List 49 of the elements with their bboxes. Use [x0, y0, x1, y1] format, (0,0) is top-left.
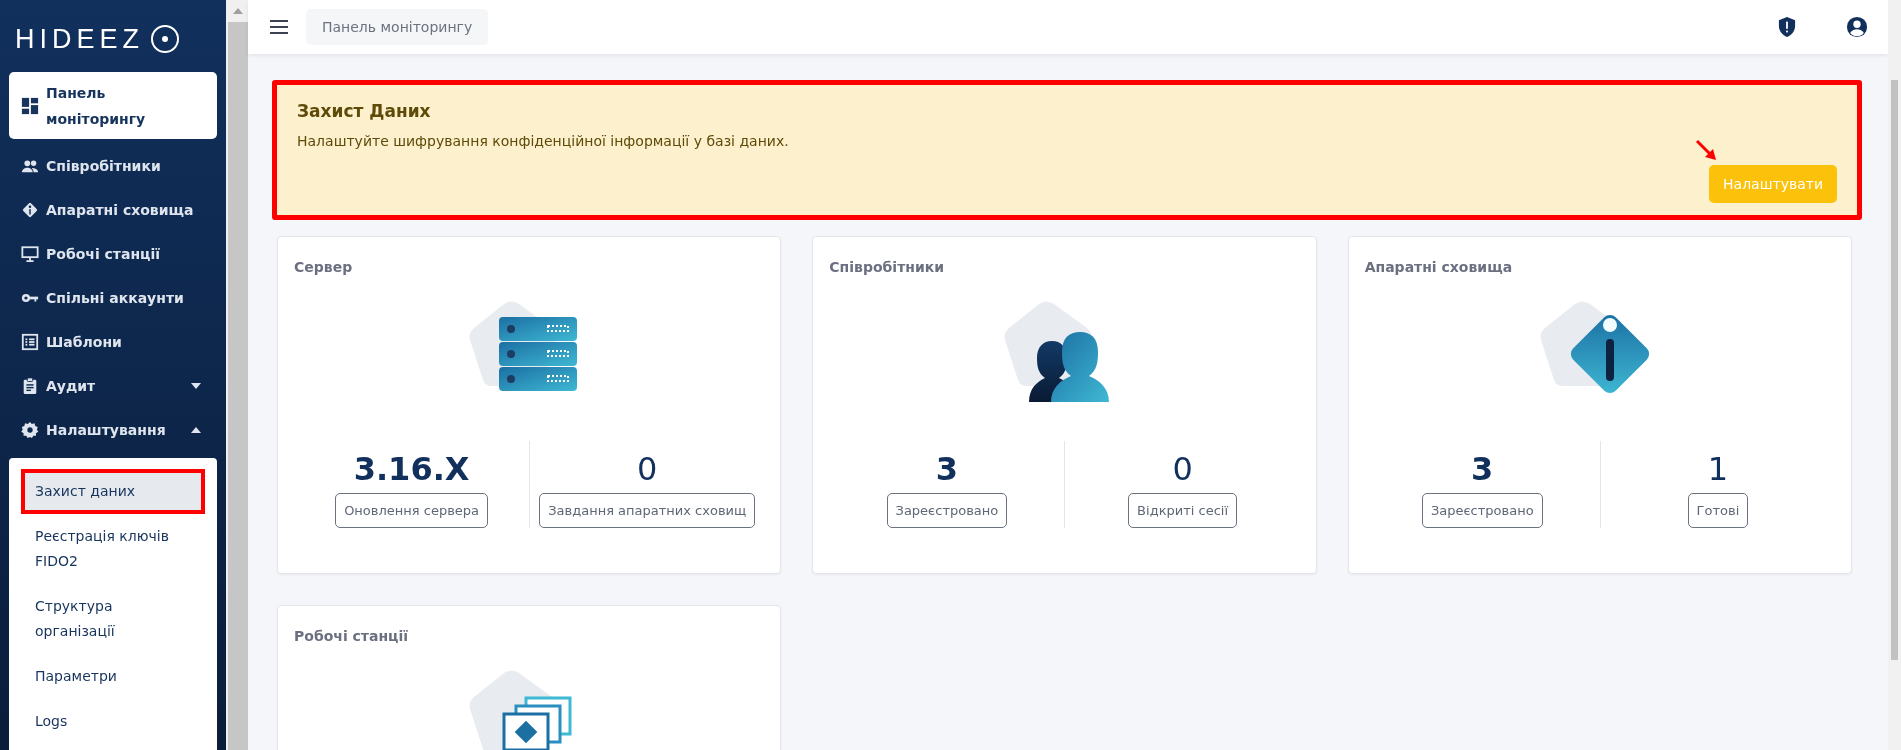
stat-value: 0 [637, 449, 658, 490]
card-title: Апаратні сховища [1364, 259, 1514, 275]
banner-title: Захист Даних [297, 101, 432, 121]
stat-button[interactable]: Готові [1687, 493, 1749, 528]
submenu-item[interactable]: Logs [21, 699, 205, 744]
stat-value: 3.16.X [353, 449, 470, 490]
scrollbar[interactable] [1888, 0, 1901, 750]
caret-down-icon [191, 383, 201, 389]
logo-text: HIDEEZ [15, 25, 144, 53]
sidebar-item[interactable]: Робочі станції [9, 232, 217, 276]
breadcrumb[interactable]: Панель моніторингу [306, 9, 489, 45]
monitor-icon [21, 245, 39, 263]
banner-text: Налаштуйте шифрування конфіденційної інформації у базі даних. [297, 133, 790, 149]
submenu-item[interactable]: Захист даних [21, 469, 205, 514]
stat-button[interactable]: Відкриті сесії [1128, 493, 1237, 528]
scroll-up-arrow-icon[interactable] [233, 8, 243, 14]
list-icon [21, 333, 39, 351]
gear-icon [21, 421, 39, 439]
caret-up-icon [191, 427, 201, 433]
people-icon [21, 157, 39, 175]
sidebar-item[interactable]: Аудит [9, 364, 217, 408]
stat-button[interactable]: Зареєстровано [1421, 493, 1543, 528]
sidebar-item[interactable]: Шаблони [9, 320, 217, 364]
stat-value: 0 [1172, 449, 1193, 490]
submenu-item[interactable]: Параметри [21, 654, 205, 699]
menu-icon[interactable] [270, 20, 288, 34]
shield-alert-icon[interactable] [1778, 16, 1796, 38]
stat-button[interactable]: Зареєстровано [886, 493, 1008, 528]
scrollbar[interactable] [226, 0, 248, 750]
clipboard-icon [21, 377, 39, 395]
submenu-item[interactable]: Структура організації [21, 584, 205, 654]
logo-circle-icon [150, 24, 180, 54]
sidebar-item[interactable]: Співробітники [9, 144, 217, 188]
sidebar-item[interactable]: Спільні аккаунти [9, 276, 217, 320]
card-title: Робочі станції [294, 628, 410, 644]
sidebar-item[interactable]: Налаштування [9, 408, 217, 452]
stat-value: 1 [1707, 449, 1729, 490]
scrollbar-thumb[interactable] [1891, 80, 1898, 660]
sidebar-item[interactable]: Панель моніторингу [9, 72, 217, 139]
stat-button[interactable]: Завдання апаратних сховищ [539, 493, 756, 528]
stat-button[interactable]: Оновлення сервера [335, 493, 488, 528]
submenu-item[interactable]: Реєстрація ключів FIDO2 [21, 514, 205, 584]
account-icon[interactable] [1846, 16, 1868, 38]
stat-value: 3 [935, 449, 959, 490]
card-title: Співробітники [829, 259, 946, 275]
stat-value: 3 [1471, 449, 1494, 490]
dashboard-icon [21, 96, 39, 115]
sidebar-item[interactable]: Апаратні сховища [9, 188, 217, 232]
card-title: Сервер [294, 259, 354, 275]
